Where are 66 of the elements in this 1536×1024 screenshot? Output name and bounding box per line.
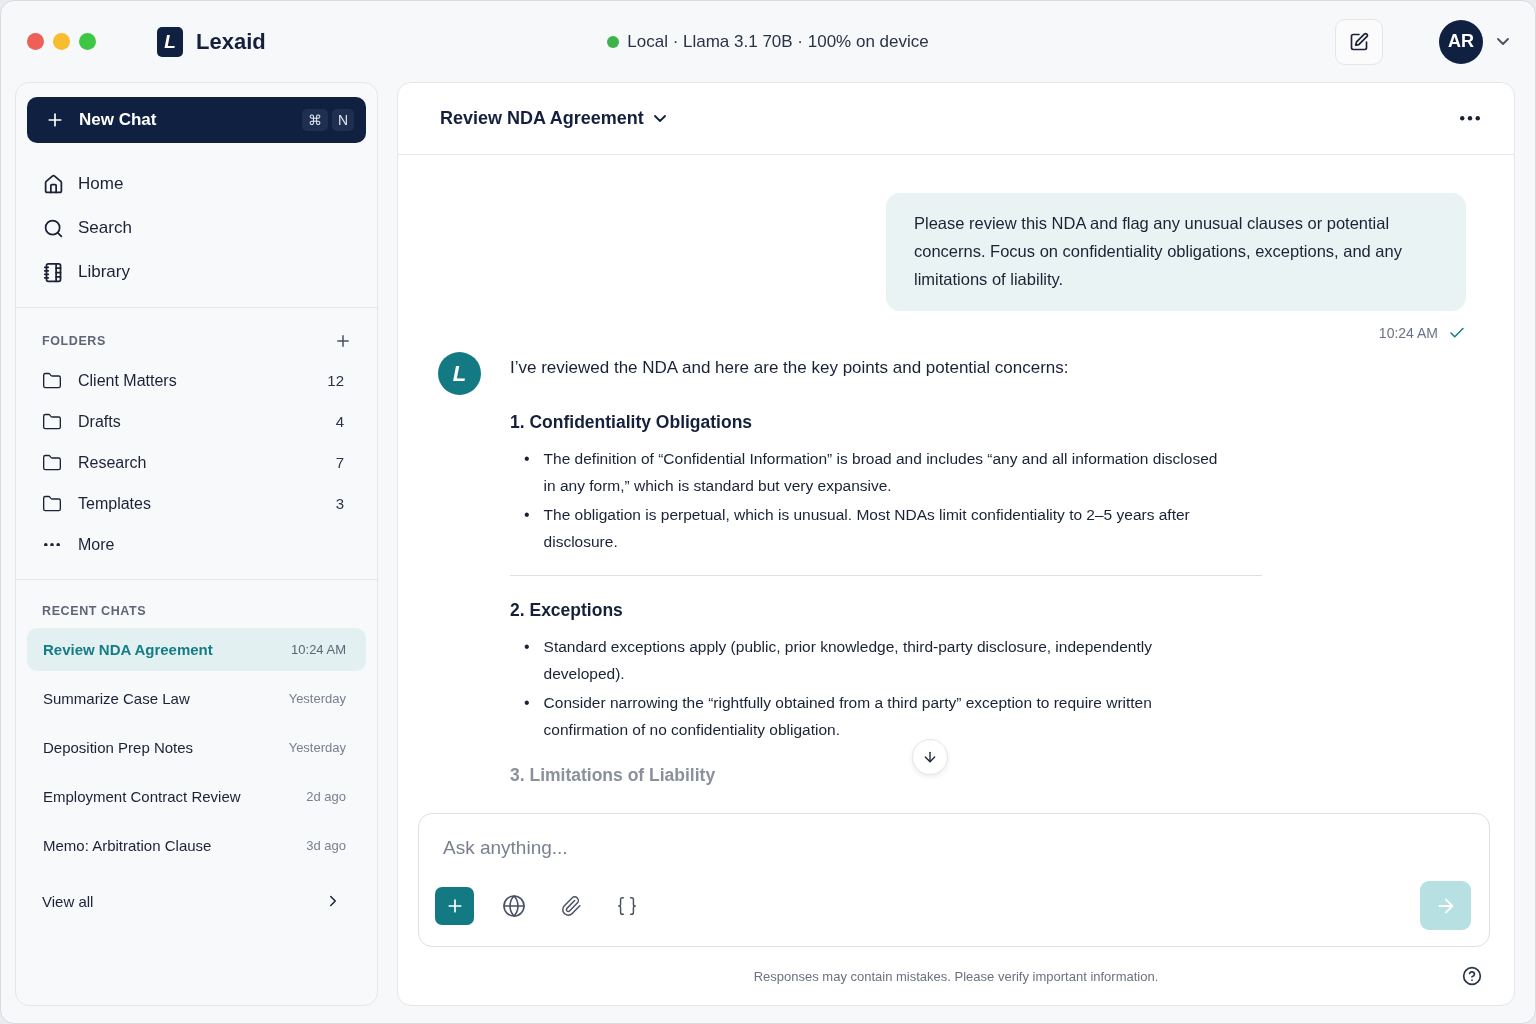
recent-chat-item[interactable]: Employment Contract Review 2d ago — [27, 775, 366, 818]
reply-heading: 2. Exceptions — [510, 600, 624, 621]
reply-bullet: The definition of “Confidential Information” is broad and includes “any and all information disclosed in any form,” which is standard but very expansive. — [543, 449, 1219, 496]
model-status: Local · Llama 3.1 70B · 100% on device — [627, 31, 929, 52]
chevron-down-icon — [653, 115, 666, 122]
folder-icon — [42, 411, 62, 432]
reply-heading: 3. Limitations of Liability — [510, 765, 717, 786]
folder-icon — [42, 493, 62, 514]
recent-chat-item[interactable]: Summarize Case Law Yesterday — [27, 677, 366, 720]
view-all-link[interactable]: View all — [27, 881, 366, 921]
compose-button[interactable] — [1335, 18, 1383, 65]
reply-bullet: Consider narrowing the “rightfully obtained from a third party” exception to require written confirmation of no confidentiality obligation. — [543, 693, 1153, 740]
bullet-mark: • — [524, 637, 530, 657]
assistant-avatar: L — [438, 352, 481, 395]
braces-icon — [616, 894, 638, 917]
search-icon — [43, 217, 64, 239]
bullet-mark: • — [524, 693, 530, 713]
home-icon — [43, 173, 64, 195]
pen-square-icon — [1349, 31, 1369, 52]
recent-chat-item[interactable]: Deposition Prep Notes Yesterday — [27, 726, 366, 769]
globe-icon — [502, 893, 526, 918]
folder-item[interactable]: Client Matters 12 — [27, 360, 366, 401]
message-composer[interactable]: Ask anything... — [418, 813, 1490, 947]
more-item[interactable]: More — [27, 524, 366, 565]
help-icon — [1462, 966, 1482, 986]
disclaimer-note: Responses may contain mistakes. Please verify important information. — [753, 968, 1159, 984]
shortcut-key: N — [331, 109, 354, 131]
reply-bullet: The obligation is perpetual, which is unusual. Most NDAs limit confidentiality to 2–5 years after disclosure. — [543, 505, 1191, 552]
new-chat-button[interactable]: New Chat ⌘ N — [27, 97, 366, 143]
scroll-down-button[interactable] — [912, 739, 948, 775]
shortcut-key: ⌘ — [301, 109, 328, 131]
user-avatar[interactable]: AR — [1439, 19, 1483, 64]
ellipsis-icon — [1460, 116, 1480, 121]
paperclip-icon — [560, 894, 582, 917]
reply-intro: I’ve reviewed the NDA and here are the key points and potential concerns: — [510, 358, 1070, 378]
add-button[interactable] — [435, 886, 474, 925]
folder-item[interactable]: Drafts 4 — [27, 401, 366, 442]
bullet-mark: • — [524, 505, 530, 525]
nav-item[interactable]: Home — [27, 163, 366, 205]
chat-title-dropdown[interactable]: Review NDA Agreement — [440, 108, 666, 129]
recent-chat-item[interactable]: Memo: Arbitration Clause 3d ago — [27, 824, 366, 867]
ellipsis-icon — [44, 542, 60, 547]
notebook-icon — [43, 261, 64, 283]
folder-item[interactable]: Templates 3 — [27, 483, 366, 524]
folder-icon — [42, 370, 62, 391]
add-folder-icon[interactable] — [334, 332, 352, 350]
recent-chat-item[interactable]: Review NDA Agreement 10:24 AM — [27, 628, 366, 671]
close-button[interactable] — [27, 33, 44, 50]
app-name: Lexaid — [196, 28, 266, 55]
arrow-down-icon — [922, 749, 938, 765]
folder-item[interactable]: Research 7 — [27, 442, 366, 483]
more-options-button[interactable] — [1460, 116, 1480, 121]
reply-bullet: Standard exceptions apply (public, prior knowledge, third-party disclosure, independently developed). — [543, 637, 1153, 684]
app-logo: L — [157, 26, 183, 57]
message-input[interactable]: Ask anything... — [441, 836, 1465, 860]
nav-item[interactable]: Search — [27, 207, 366, 249]
section-title: FOLDERS — [42, 334, 106, 348]
folder-icon — [42, 452, 62, 473]
help-button[interactable] — [1462, 966, 1482, 986]
user-message: Please review this NDA and flag any unusual clauses or potential concerns. Focus on confidentiality obligations, exceptions, and any limitations of liability. — [886, 193, 1466, 311]
reply-heading: 1. Confidentiality Obligations — [510, 412, 754, 433]
message-time: 10:24 AM — [1378, 325, 1438, 341]
chevron-down-icon[interactable] — [1497, 38, 1509, 45]
section-title: RECENT CHATS — [42, 604, 147, 618]
nav-item[interactable]: Library — [27, 251, 366, 293]
bullet-mark: • — [524, 449, 530, 469]
